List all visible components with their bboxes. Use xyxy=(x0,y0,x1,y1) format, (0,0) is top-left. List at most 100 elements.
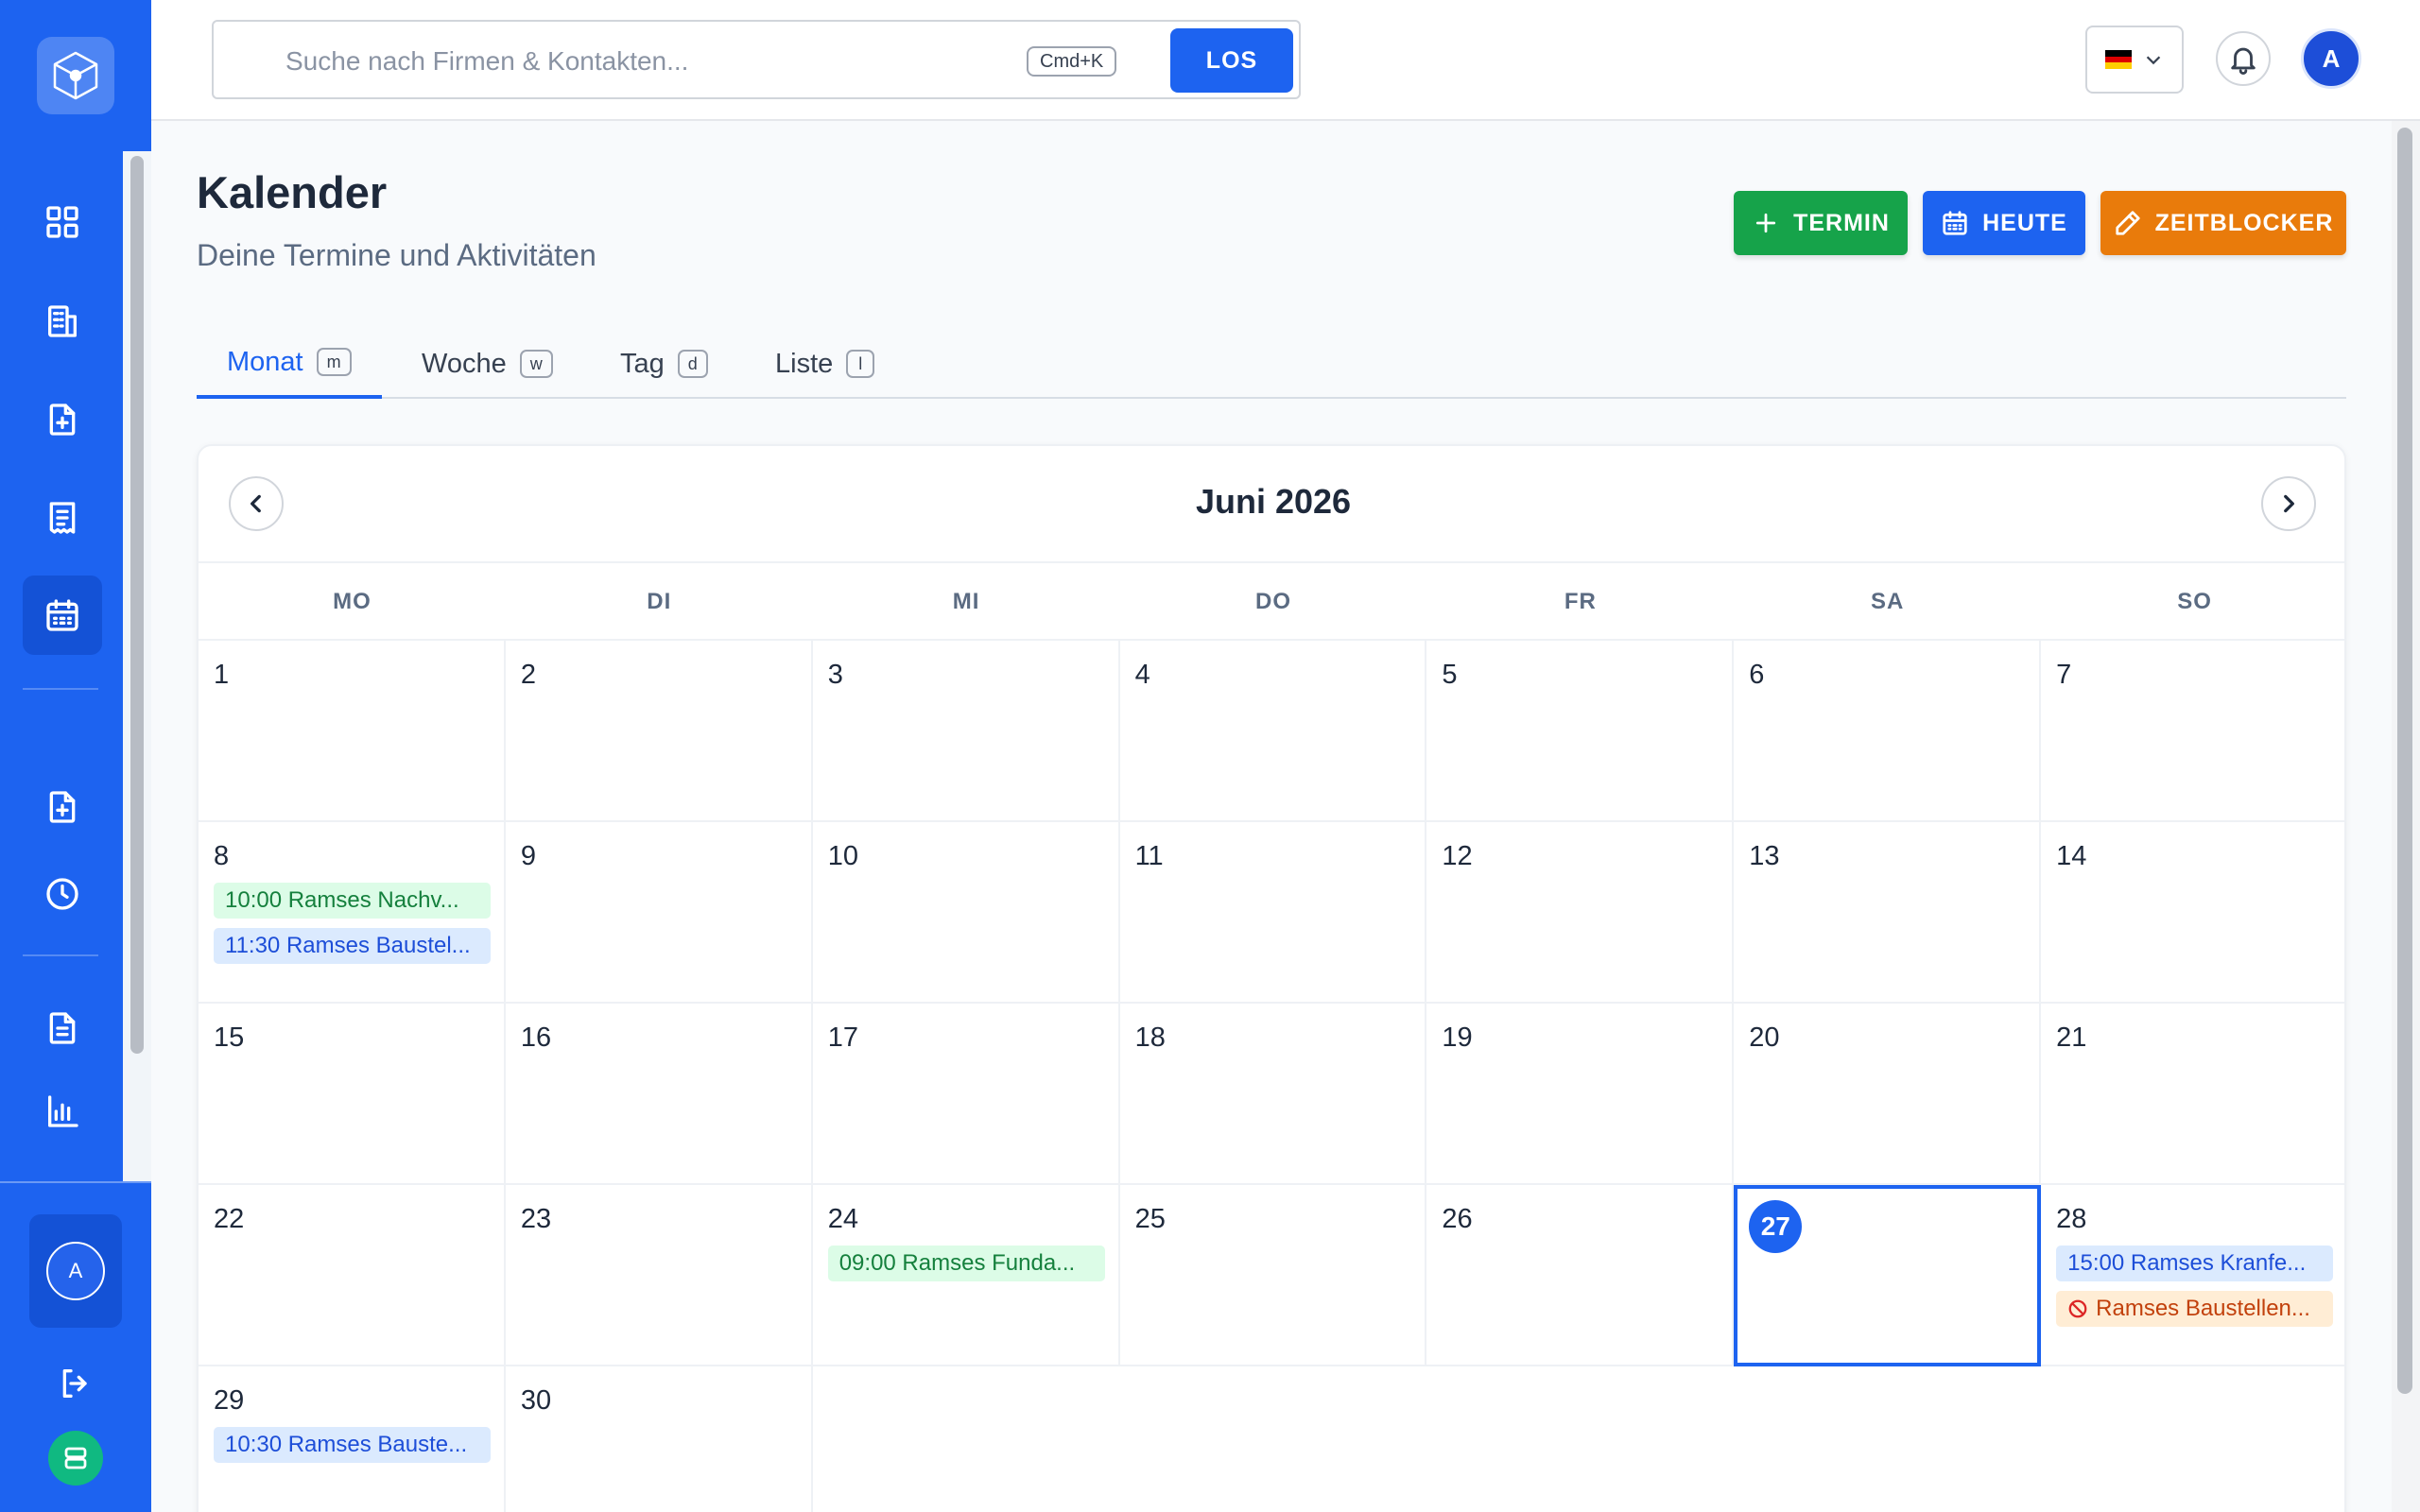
calendar-day-cell[interactable]: 18 xyxy=(1119,1004,1427,1185)
sidebar-item-new-document[interactable] xyxy=(23,380,102,459)
calendar-day-cell[interactable]: 16 xyxy=(505,1004,813,1185)
calendar-day-cell[interactable]: 30 xyxy=(505,1366,813,1512)
calendar-day-cell[interactable]: 15 xyxy=(199,1004,506,1185)
calendar-day-cell[interactable]: 5 xyxy=(1426,641,1735,822)
sidebar-item-invoices[interactable] xyxy=(23,478,102,558)
tab-liste[interactable]: Liste l xyxy=(775,329,875,399)
today-day-number: 27 xyxy=(1749,1200,1803,1253)
day-number: 29 xyxy=(214,1385,245,1416)
sidebar-item-time-tracking[interactable] xyxy=(23,854,102,934)
calendar-day-cell[interactable]: 26 xyxy=(1426,1185,1735,1366)
bar-chart-icon xyxy=(48,1095,78,1127)
day-number: 14 xyxy=(2056,841,2087,871)
tab-monat[interactable]: Monat m xyxy=(197,329,382,399)
calendar-day-cell[interactable]: 2 xyxy=(505,641,813,822)
weekday-label: SA xyxy=(1871,589,1905,614)
search-input[interactable] xyxy=(285,43,947,80)
calendar-day-cell[interactable]: 27 xyxy=(1734,1185,2042,1366)
day-number: 23 xyxy=(520,1204,552,1234)
avatar[interactable]: A xyxy=(2301,28,2361,89)
day-number: 2 xyxy=(520,660,536,690)
notifications-button[interactable] xyxy=(2216,31,2271,86)
calendar-icon xyxy=(1943,211,1967,235)
sidebar-item-calendar[interactable] xyxy=(23,576,102,655)
new-appointment-button[interactable]: TERMIN xyxy=(1734,191,1908,255)
calendar-event[interactable]: 10:30 Ramses Bauste... xyxy=(214,1427,491,1463)
day-number: 15 xyxy=(214,1022,245,1053)
time-blocker-label: ZEITBLOCKER xyxy=(2154,209,2334,236)
event-label: 15:00 Ramses Kranfe... xyxy=(2067,1250,2307,1276)
next-month-button[interactable] xyxy=(2261,476,2316,531)
calendar-day-cell[interactable]: 13 xyxy=(1734,822,2042,1004)
calendar-day-cell[interactable]: 14 xyxy=(2041,822,2344,1004)
calendar-event[interactable]: 15:00 Ramses Kranfe... xyxy=(2056,1246,2333,1281)
calendar-day-cell[interactable]: 17 xyxy=(812,1004,1120,1185)
calendar-day-cell[interactable]: 20 xyxy=(1734,1004,2042,1185)
month-title: Juni 2026 xyxy=(1195,482,1352,521)
calendar-event[interactable]: 11:30 Ramses Baustel... xyxy=(214,928,491,964)
weekday-label: DI xyxy=(647,589,672,614)
tab-label: Tag xyxy=(620,348,665,379)
sidebar-item-companies[interactable] xyxy=(23,282,102,361)
logout-icon xyxy=(62,1369,87,1398)
calendar-event[interactable]: Ramses Baustellen... xyxy=(2056,1291,2333,1327)
calendar-day-cell[interactable]: 1 xyxy=(199,641,506,822)
sidebar-item-dashboard[interactable] xyxy=(23,182,102,262)
calendar-day-cell[interactable]: 3 xyxy=(812,641,1120,822)
sidebar: A xyxy=(0,0,151,1512)
calendar-day-cell[interactable]: 24 09:00 Ramses Funda... xyxy=(812,1185,1120,1366)
avatar[interactable]: A xyxy=(46,1242,105,1300)
sidebar-scrollbar-thumb[interactable] xyxy=(130,156,144,1054)
calendar-day-cell[interactable]: 7 xyxy=(2041,641,2344,822)
receipt-icon xyxy=(49,502,76,534)
calendar-icon xyxy=(46,599,78,631)
new-appointment-label: TERMIN xyxy=(1793,209,1890,236)
server-status-button[interactable] xyxy=(48,1431,103,1486)
calendar-day-cell[interactable]: 22 xyxy=(199,1185,506,1366)
calendar-day-cell[interactable]: 12 xyxy=(1426,822,1735,1004)
day-number: 28 xyxy=(2056,1204,2087,1234)
time-blocker-button[interactable]: ZEITBLOCKER xyxy=(2100,191,2346,255)
server-icon xyxy=(64,1447,87,1469)
weekday-label: DO xyxy=(1254,589,1291,614)
calendar-day-cell[interactable]: 28 15:00 Ramses Kranfe... Ramses Baustelle… xyxy=(2041,1185,2344,1366)
language-select[interactable] xyxy=(2085,26,2184,94)
tab-tag[interactable]: Tag d xyxy=(620,329,708,399)
sidebar-item-create-file[interactable] xyxy=(23,767,102,847)
calendar-event[interactable]: 10:00 Ramses Nachv... xyxy=(214,883,491,919)
weekday-label: FR xyxy=(1564,589,1597,614)
day-number: 16 xyxy=(520,1022,552,1053)
search-submit-button[interactable]: LOS xyxy=(1170,28,1293,93)
tab-shortcut: l xyxy=(846,350,875,378)
calendar-day-cell[interactable]: 25 xyxy=(1119,1185,1427,1366)
sidebar-item-reports[interactable] xyxy=(23,1072,102,1151)
day-number: 6 xyxy=(1749,660,1765,690)
calendar-day-cell[interactable]: 21 xyxy=(2041,1004,2344,1185)
sidebar-item-documents[interactable] xyxy=(23,988,102,1068)
day-number: 20 xyxy=(1749,1022,1780,1053)
tab-label: Monat xyxy=(227,346,303,377)
app-logo[interactable] xyxy=(37,37,114,114)
calendar-day-cell[interactable]: 4 xyxy=(1119,641,1427,822)
logout-button[interactable] xyxy=(52,1360,99,1407)
calendar-day-cell[interactable]: 29 10:30 Ramses Bauste... xyxy=(199,1366,506,1512)
day-number: 25 xyxy=(1134,1204,1166,1234)
calendar-day-cell[interactable]: 10 xyxy=(812,822,1120,1004)
day-number: 5 xyxy=(1442,660,1458,690)
calendar-day-cell[interactable]: 19 xyxy=(1426,1004,1735,1185)
calendar-day-cell[interactable]: 6 xyxy=(1734,641,2042,822)
page-scrollbar-thumb[interactable] xyxy=(2397,128,2412,1394)
sidebar-user-menu[interactable]: A xyxy=(29,1214,122,1328)
day-number: 26 xyxy=(1442,1204,1473,1234)
tab-woche[interactable]: Woche w xyxy=(422,329,553,399)
calendar-day-cell[interactable]: 11 xyxy=(1119,822,1427,1004)
sidebar-divider xyxy=(23,688,98,690)
event-label: 10:30 Ramses Bauste... xyxy=(225,1432,468,1457)
calendar-day-cell[interactable]: 23 xyxy=(505,1185,813,1366)
calendar-day-cell[interactable]: 8 10:00 Ramses Nachv... 11:30 Ramses Baust… xyxy=(199,822,506,1004)
tab-shortcut: d xyxy=(677,350,708,378)
today-button[interactable]: HEUTE xyxy=(1923,191,2085,255)
calendar-event[interactable]: 09:00 Ramses Funda... xyxy=(827,1246,1105,1281)
today-label: HEUTE xyxy=(1982,209,2067,236)
calendar-day-cell[interactable]: 9 xyxy=(505,822,813,1004)
